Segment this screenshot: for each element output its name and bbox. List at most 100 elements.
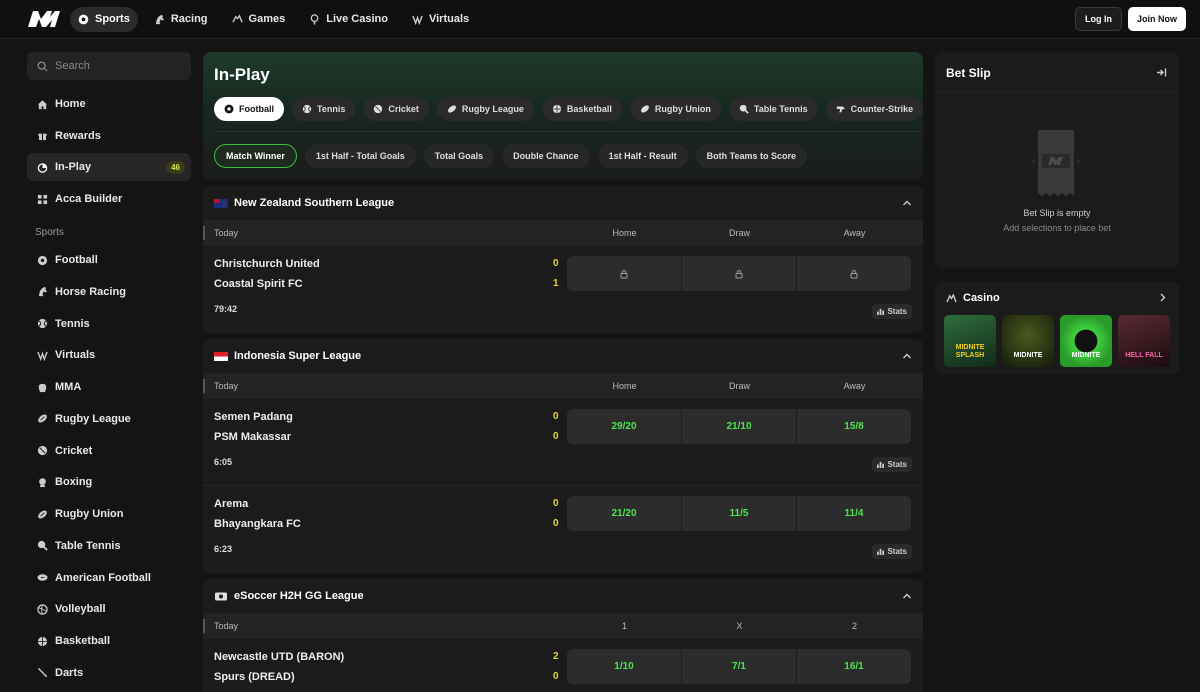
- lock-icon: [620, 269, 628, 278]
- auth-buttons: Log In Join Now: [1075, 7, 1186, 31]
- sidebar-item-football[interactable]: Football: [27, 246, 191, 274]
- login-button[interactable]: Log In: [1075, 7, 1122, 31]
- sidebar-item-mma[interactable]: MMA: [27, 373, 191, 401]
- rugby-icon: [640, 105, 649, 113]
- midnite-logo[interactable]: [28, 11, 60, 27]
- market-column-header: Today Home Draw Away: [203, 373, 923, 399]
- sidebar-item-in-play[interactable]: In-Play 46: [27, 153, 191, 182]
- stopwatch-icon: [37, 163, 48, 173]
- market-tab-1st-half-total-goals[interactable]: 1st Half - Total Goals: [304, 144, 416, 168]
- tab-basketball[interactable]: Basketball: [541, 97, 622, 121]
- chevron-up-icon[interactable]: [902, 198, 912, 208]
- odds-button-away[interactable]: [797, 256, 911, 291]
- sidebar-item-tennis[interactable]: Tennis: [27, 310, 191, 338]
- tab-table-tennis[interactable]: Table Tennis: [728, 97, 818, 121]
- chevron-up-icon[interactable]: [902, 351, 912, 361]
- odds-button-x[interactable]: 7/1: [682, 649, 796, 684]
- league-header[interactable]: eSoccer H2H GG League: [203, 579, 923, 613]
- indonesia-flag-icon: [214, 351, 228, 361]
- away-score: 1: [553, 278, 559, 289]
- top-navigation: Sports Racing Games Live Casino Virtuals…: [0, 0, 1200, 39]
- empty-slip-icon: [1032, 130, 1080, 196]
- sidebar-item-rugby-union[interactable]: Rugby Union: [27, 500, 191, 528]
- sidebar-item-label: Football: [55, 254, 98, 267]
- basketball-icon: [552, 104, 562, 114]
- stats-button[interactable]: Stats: [872, 304, 912, 319]
- nav-games[interactable]: Games: [224, 7, 294, 32]
- stats-button[interactable]: Stats: [872, 457, 912, 472]
- collapse-panel-icon[interactable]: [1156, 67, 1167, 78]
- sidebar-item-darts[interactable]: Darts: [27, 659, 191, 687]
- casino-game-tile[interactable]: MIDNITE SPLASH: [944, 315, 996, 367]
- match-row[interactable]: Semen Padang PSM Makassar 0 0 6:05 29/20…: [203, 399, 923, 486]
- nav-virtuals[interactable]: Virtuals: [404, 7, 477, 32]
- nav-sports[interactable]: Sports: [70, 6, 138, 32]
- match-row[interactable]: Christchurch United Coastal Spirit FC 0 …: [203, 246, 923, 333]
- casino-game-tile[interactable]: MIDNITE: [1002, 315, 1054, 367]
- sidebar-item-rewards[interactable]: Rewards: [27, 122, 191, 150]
- search-placeholder: Search: [55, 60, 90, 72]
- stats-button[interactable]: Stats: [872, 544, 912, 559]
- stats-label: Stats: [887, 547, 907, 556]
- sidebar-item-acca-builder[interactable]: Acca Builder: [27, 185, 191, 213]
- market-tab-total-goals[interactable]: Total Goals: [423, 144, 495, 168]
- odds-button-draw[interactable]: [682, 256, 796, 291]
- stats-label: Stats: [887, 460, 907, 469]
- sports-heading: Sports: [35, 227, 64, 239]
- casino-games: MIDNITE SPLASH MIDNITE MIDNITE HELL FALL: [944, 315, 1170, 367]
- odds-button-home[interactable]: 29/20: [567, 409, 681, 444]
- odds-button-draw[interactable]: 11/5: [682, 496, 796, 531]
- casino-game-tile[interactable]: HELL FALL: [1118, 315, 1170, 367]
- home-score: 0: [553, 498, 559, 509]
- market-tab-double-chance[interactable]: Double Chance: [502, 144, 590, 168]
- chevron-up-icon[interactable]: [902, 591, 912, 601]
- tab-rugby-league[interactable]: Rugby League: [436, 97, 534, 121]
- rugby-icon: [38, 510, 47, 519]
- odds-button-draw[interactable]: 21/10: [682, 409, 796, 444]
- sidebar-item-horse-racing[interactable]: Horse Racing: [27, 278, 191, 306]
- nav-live-casino[interactable]: Live Casino: [301, 7, 396, 32]
- tab-rugby-union[interactable]: Rugby Union: [629, 97, 721, 121]
- odds-button-home[interactable]: 21/20: [567, 496, 681, 531]
- chevron-right-icon[interactable]: [1158, 293, 1167, 302]
- sidebar-item-basketball[interactable]: Basketball: [27, 627, 191, 655]
- virtuals-icon: [37, 351, 48, 361]
- match-row[interactable]: Arema Bhayangkara FC 0 0 6:23 21/20 11/5…: [203, 486, 923, 573]
- league-name: New Zealand Southern League: [234, 197, 395, 209]
- league-header[interactable]: Indonesia Super League: [203, 339, 923, 373]
- sidebar-item-american-football[interactable]: American Football: [27, 564, 191, 592]
- sidebar-item-rugby-league[interactable]: Rugby League: [27, 405, 191, 433]
- odds-button-away[interactable]: 15/8: [797, 409, 911, 444]
- market-tab-match-winner[interactable]: Match Winner: [214, 144, 297, 168]
- odds-button-2[interactable]: 16/1: [797, 649, 911, 684]
- casino-game-tile[interactable]: MIDNITE: [1060, 315, 1112, 367]
- tab-tennis[interactable]: Tennis: [292, 97, 356, 121]
- casino-header[interactable]: Casino: [946, 292, 1000, 304]
- nav-live-casino-label: Live Casino: [326, 13, 388, 25]
- nav-racing[interactable]: Racing: [146, 7, 216, 32]
- match-row[interactable]: Newcastle UTD (BARON) Spurs (DREAD) 2 0 …: [203, 639, 923, 692]
- game-label: HELL FALL: [1125, 351, 1163, 359]
- bet-slip-hint-text: Add selections to place bet: [1003, 223, 1111, 233]
- darts-icon: [37, 668, 48, 678]
- tab-cricket[interactable]: Cricket: [363, 97, 429, 121]
- tab-football[interactable]: Football: [214, 97, 284, 121]
- search-input[interactable]: Search: [27, 52, 191, 80]
- odds-group: [567, 256, 911, 291]
- sidebar-item-boxing[interactable]: Boxing: [27, 468, 191, 496]
- market-tab-both-teams-to-score[interactable]: Both Teams to Score: [695, 144, 808, 168]
- horse-icon: [38, 287, 48, 297]
- sidebar-item-virtuals[interactable]: Virtuals: [27, 341, 191, 369]
- sidebar-item-home[interactable]: Home: [27, 90, 191, 118]
- league-header[interactable]: New Zealand Southern League: [203, 186, 923, 220]
- sidebar-item-cricket[interactable]: Cricket: [27, 437, 191, 465]
- tab-counter-strike[interactable]: Counter-Strike: [825, 97, 923, 121]
- odds-button-1[interactable]: 1/10: [567, 649, 681, 684]
- sidebar-item-volleyball[interactable]: Volleyball: [27, 595, 191, 623]
- odds-button-home[interactable]: [567, 256, 681, 291]
- join-button[interactable]: Join Now: [1128, 7, 1186, 31]
- nav-virtuals-label: Virtuals: [428, 13, 470, 25]
- odds-button-away[interactable]: 11/4: [797, 496, 911, 531]
- market-tab-1st-half-result[interactable]: 1st Half - Result: [597, 144, 688, 168]
- sidebar-item-table-tennis[interactable]: Table Tennis: [27, 532, 191, 560]
